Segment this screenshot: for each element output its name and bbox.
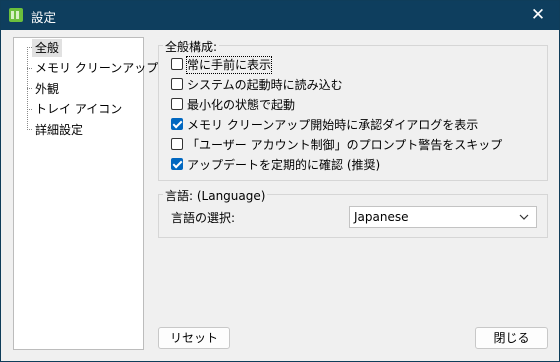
checkbox-load-on-startup[interactable]: [171, 78, 183, 90]
option-label: メモリ クリーンアップ開始時に承認ダイアログを表示: [187, 118, 479, 132]
option-label: 最小化の状態で起動: [187, 98, 296, 112]
tree-item-general[interactable]: 全般: [32, 39, 63, 57]
option-label: アップデートを定期的に確認 (推奨): [187, 158, 381, 172]
settings-tree: 全般 メモリ クリーンアップ 外観 トレイ アイコン 詳細設定: [13, 37, 158, 350]
option-label: システムの起動時に読み込む: [187, 78, 343, 92]
tree-item-advanced[interactable]: 詳細設定: [32, 121, 86, 139]
tree-item-appearance[interactable]: 外観: [32, 80, 62, 98]
language-select-label: 言語の選択:: [171, 211, 236, 225]
option-label: 常に手前に表示: [185, 56, 273, 74]
close-button[interactable]: 閉じる: [475, 327, 548, 349]
language-selected-value: Japanese: [354, 210, 409, 224]
settings-window: 設定 ✕ 全般 メモリ クリーンアップ 外観 トレイ アイコン 詳細設定 全般構…: [0, 0, 560, 362]
checkbox-confirm-dialog[interactable]: [171, 118, 183, 130]
close-window-icon[interactable]: ✕: [527, 4, 549, 26]
checkbox-start-minimized[interactable]: [171, 98, 183, 110]
general-config-title: 全般構成:: [163, 38, 220, 55]
tree-item-memory-cleanup[interactable]: メモリ クリーンアップ: [32, 59, 161, 77]
chevron-down-icon: [519, 214, 529, 220]
title-bar: 設定 ✕: [1, 1, 559, 30]
app-icon: [9, 8, 23, 22]
window-title: 設定: [31, 10, 57, 25]
reset-button[interactable]: リセット: [158, 327, 230, 349]
tree-item-tray-icon[interactable]: トレイ アイコン: [32, 100, 125, 118]
checkbox-check-updates[interactable]: [171, 158, 183, 170]
language-group-title: 言語: (Language): [163, 187, 268, 204]
option-label: 「ユーザー アカウント制御」のプロンプト警告をスキップ: [187, 138, 503, 152]
checkbox-skip-uac-warning[interactable]: [171, 138, 183, 150]
checkbox-always-on-top[interactable]: [171, 58, 183, 70]
language-select[interactable]: Japanese: [349, 206, 537, 228]
